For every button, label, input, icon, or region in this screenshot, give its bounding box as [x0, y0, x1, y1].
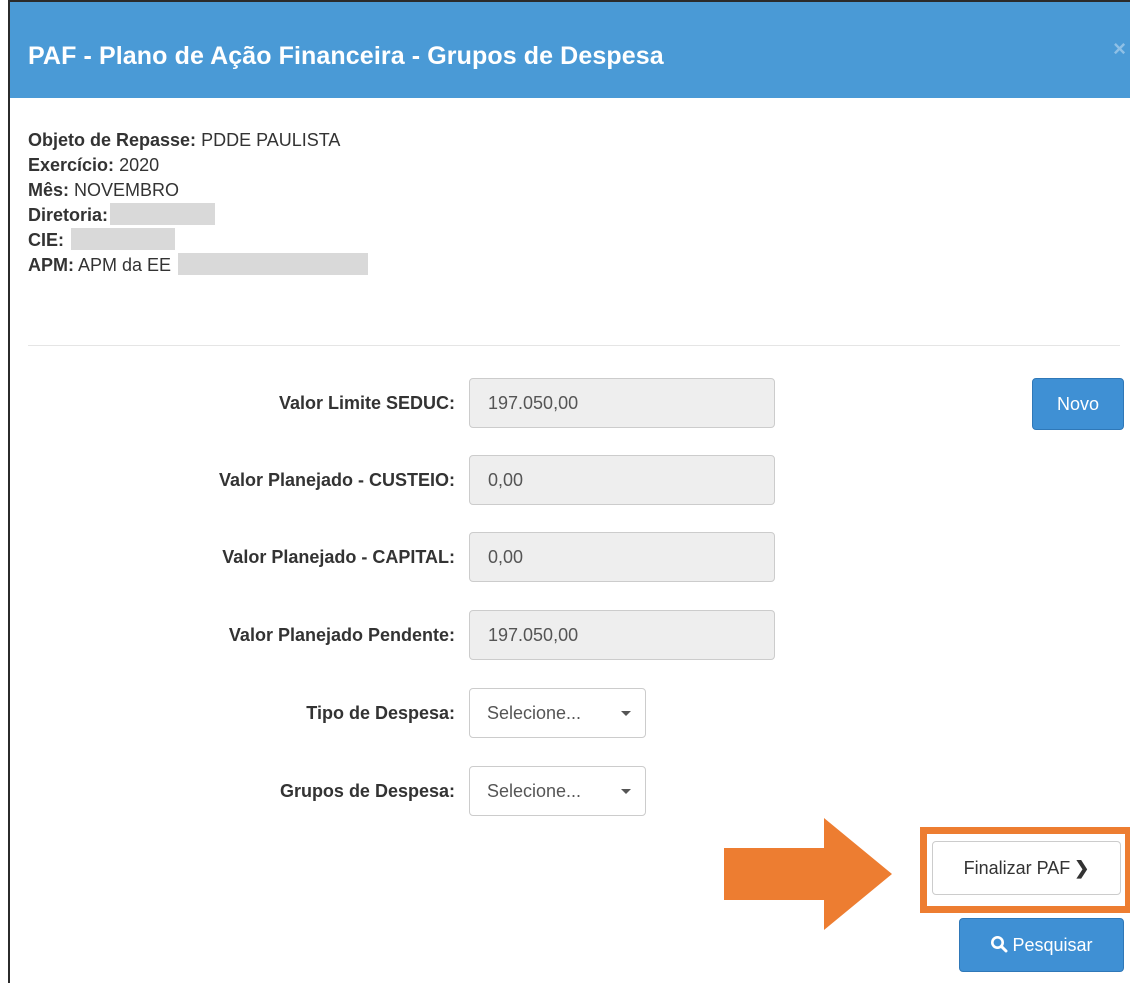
objeto-value: PDDE PAULISTA: [201, 130, 341, 150]
capital-label: Valor Planejado - CAPITAL:: [222, 547, 455, 567]
info-diretoria: Diretoria:: [28, 203, 368, 228]
info-exercicio: Exercício: 2020: [28, 153, 368, 178]
pendente-field: 197.050,00: [469, 610, 775, 660]
novo-button[interactable]: Novo: [1032, 378, 1124, 430]
caret-down-icon: [621, 789, 631, 794]
grupos-despesa-label: Grupos de Despesa:: [279, 781, 455, 801]
capital-field: 0,00: [469, 532, 775, 582]
exercicio-value: 2020: [119, 155, 160, 175]
valor-limite-label: Valor Limite SEDUC:: [278, 393, 455, 413]
redacted-block: [178, 253, 369, 276]
row-tipo-despesa: Tipo de Despesa: Selecione...: [10, 688, 1130, 740]
row-pendente: Valor Planejado Pendente: 197.050,00: [10, 610, 1130, 662]
row-capital: Valor Planejado - CAPITAL: 0,00: [10, 532, 1130, 584]
info-mes: Mês: NOVEMBRO: [28, 178, 368, 203]
grupos-despesa-select[interactable]: Selecione...: [469, 766, 646, 816]
redacted-block: [71, 228, 176, 251]
grupos-despesa-selected: Selecione...: [487, 781, 582, 801]
cie-label: CIE:: [28, 230, 64, 250]
row-custeio: Valor Planejado - CUSTEIO: 0,00: [10, 455, 1130, 507]
diretoria-label: Diretoria:: [28, 205, 109, 225]
tipo-despesa-selected: Selecione...: [487, 703, 582, 723]
close-icon[interactable]: ×: [1113, 36, 1126, 62]
arrow-right-icon: [724, 818, 892, 930]
section-divider: [28, 345, 1120, 346]
mes-label: Mês:: [28, 180, 70, 200]
modal-title: PAF - Plano de Ação Financeira - Grupos …: [28, 42, 664, 70]
row-grupos-despesa: Grupos de Despesa: Selecione...: [10, 766, 1130, 818]
pesquisar-label: Pesquisar: [1012, 935, 1093, 955]
pendente-label: Valor Planejado Pendente:: [228, 625, 455, 645]
redacted-block: [110, 203, 216, 226]
valor-limite-field: 197.050,00: [469, 378, 775, 428]
pesquisar-button[interactable]: Pesquisar: [959, 918, 1124, 972]
custeio-label: Valor Planejado - CUSTEIO:: [218, 470, 455, 490]
info-objeto: Objeto de Repasse: PDDE PAULISTA: [28, 128, 368, 153]
chevron-right-icon: ❯: [1074, 858, 1090, 878]
apm-value: APM da EE: [78, 255, 172, 275]
modal-dialog: PAF - Plano de Ação Financeira - Grupos …: [8, 0, 1130, 983]
mes-value: NOVEMBRO: [74, 180, 180, 200]
finalizar-paf-button[interactable]: Finalizar PAF ❯: [932, 841, 1121, 895]
apm-label: APM:: [28, 255, 74, 275]
modal-header: PAF - Plano de Ação Financeira - Grupos …: [10, 0, 1130, 98]
caret-down-icon: [621, 711, 631, 716]
tipo-despesa-label: Tipo de Despesa:: [306, 703, 455, 723]
search-icon: [991, 936, 1008, 953]
info-apm: APM: APM da EE: [28, 253, 369, 278]
info-cie: CIE:: [28, 228, 368, 253]
row-valor-limite: Valor Limite SEDUC: 197.050,00: [10, 378, 1130, 430]
info-section: Objeto de Repasse: PDDE PAULISTA Exercíc…: [28, 128, 369, 278]
custeio-field: 0,00: [469, 455, 775, 505]
exercicio-label: Exercício:: [28, 155, 115, 175]
finalizar-paf-label: Finalizar PAF: [963, 858, 1071, 878]
tipo-despesa-select[interactable]: Selecione...: [469, 688, 646, 738]
objeto-label: Objeto de Repasse:: [28, 130, 197, 150]
